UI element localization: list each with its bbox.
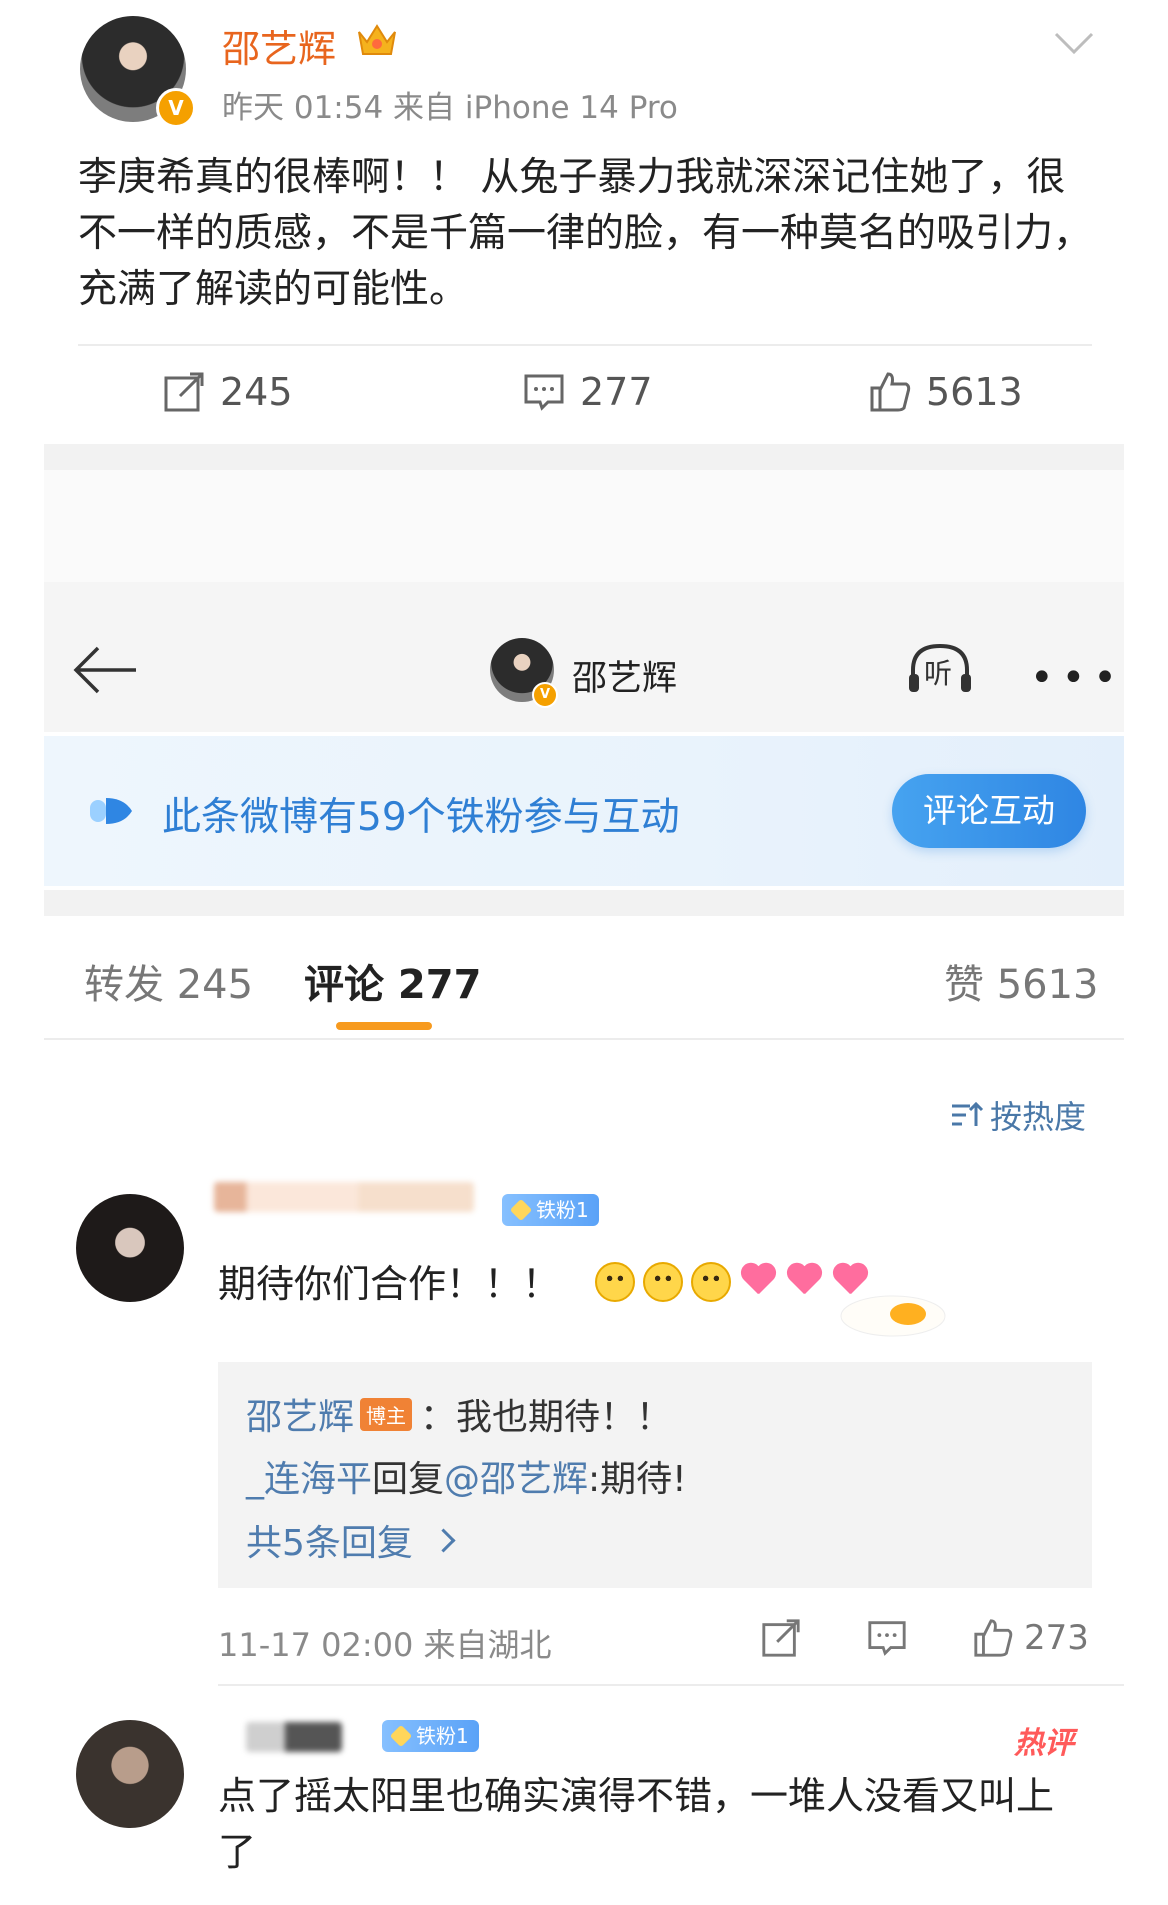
fans-banner-text: 此条微博有59个铁粉参与互动	[162, 795, 680, 840]
comment-interact-button[interactable]: 评论互动	[892, 774, 1086, 848]
comment-share-button[interactable]	[760, 1616, 802, 1660]
post-text: 李庚希真的很棒啊！！ 从兔子暴力我就深深记住她了，很不一样的质感，不是千篇一律的…	[78, 155, 1093, 312]
reply-prefix: 回复	[372, 1459, 445, 1500]
header-name[interactable]: 邵艺辉	[572, 650, 677, 701]
comment-like-button[interactable]: 273	[972, 1616, 1089, 1660]
commenter-name-blurred[interactable]	[246, 1722, 342, 1752]
heart-icon	[739, 1262, 777, 1298]
comment-text: 期待你们合作！！！	[218, 1262, 561, 1306]
fan-badge: 铁粉1	[502, 1194, 599, 1226]
reply-author[interactable]: _连海平	[246, 1459, 372, 1500]
reply-mention[interactable]: @邵艺辉	[444, 1459, 588, 1500]
more-replies-link[interactable]: 共5条回复	[246, 1514, 456, 1566]
tab-active-indicator	[336, 1022, 432, 1030]
listen-button[interactable]: 听	[905, 640, 975, 700]
verified-badge-small: V	[532, 682, 558, 708]
comment-icon	[868, 1621, 906, 1656]
comment-like-count: 273	[1024, 1618, 1089, 1658]
reply-text: ：我也期待！！	[420, 1397, 673, 1438]
fried-egg-icon	[840, 1295, 946, 1337]
more-icon[interactable]: •••	[1030, 655, 1125, 701]
crown-icon	[358, 24, 396, 55]
comment-reply-button[interactable]	[866, 1616, 908, 1660]
hot-comment-badge: 热评	[1014, 1726, 1074, 1761]
share-icon	[762, 1619, 800, 1657]
listen-label: 听	[924, 657, 953, 690]
post-meta: 昨天 01:54 来自 iPhone 14 Pro	[222, 90, 678, 126]
divider	[44, 1038, 1124, 1040]
chevron-down-icon[interactable]	[1052, 28, 1096, 58]
back-arrow-icon[interactable]	[70, 640, 140, 700]
heart-icon	[785, 1262, 823, 1298]
repost-count: 245	[220, 370, 293, 414]
thumbs-up-icon	[870, 372, 911, 412]
chevron-right-icon	[431, 1528, 456, 1553]
blurred-strip	[44, 470, 1124, 582]
comment-button[interactable]: 277	[522, 370, 653, 414]
comment-count: 277	[580, 370, 653, 414]
repost-button[interactable]: 245	[162, 370, 293, 414]
more-replies-label: 共5条回复	[246, 1523, 413, 1564]
reply-text: :期待!	[588, 1459, 687, 1500]
reply-line: 邵艺辉 博主 ：我也期待！！	[246, 1388, 672, 1440]
sort-button[interactable]: 按热度	[950, 1092, 1086, 1138]
poster-tag: 博主	[360, 1398, 413, 1431]
comment-text: 点了摇太阳里也确实演得不错，一堆人没看又叫上了	[218, 1774, 1055, 1874]
verified-badge: V	[156, 88, 196, 128]
sort-icon	[952, 1101, 984, 1126]
commenter-avatar[interactable]	[76, 1194, 184, 1302]
reply-author[interactable]: 邵艺辉	[246, 1397, 354, 1438]
emoji-row	[595, 1262, 869, 1302]
emoji-icon	[691, 1262, 731, 1302]
share-icon	[164, 372, 204, 412]
tab-likes[interactable]: 赞 5613	[944, 952, 1099, 1010]
thumbs-up-icon	[974, 1619, 1013, 1657]
reply-line: _连海平回复@邵艺辉:期待!	[246, 1450, 687, 1502]
section-gap	[44, 444, 1124, 470]
divider	[78, 344, 1092, 346]
fan-badge: 铁粉1	[382, 1720, 479, 1752]
divider	[218, 1684, 1124, 1686]
comment-meta: 11-17 02:00 来自湖北	[218, 1626, 552, 1664]
like-button[interactable]: 5613	[868, 370, 1023, 414]
like-count: 5613	[926, 370, 1023, 414]
tab-comments[interactable]: 评论 277	[304, 952, 481, 1010]
section-gap	[44, 890, 1124, 916]
comment-icon	[524, 374, 564, 411]
sort-label: 按热度	[990, 1098, 1087, 1136]
commenter-name-blurred[interactable]	[214, 1182, 474, 1212]
author-name[interactable]: 邵艺辉	[222, 18, 336, 73]
emoji-icon	[643, 1262, 683, 1302]
fans-icon	[90, 798, 132, 824]
emoji-icon	[595, 1262, 635, 1302]
commenter-avatar[interactable]	[76, 1720, 184, 1828]
tab-reposts[interactable]: 转发 245	[84, 952, 253, 1010]
